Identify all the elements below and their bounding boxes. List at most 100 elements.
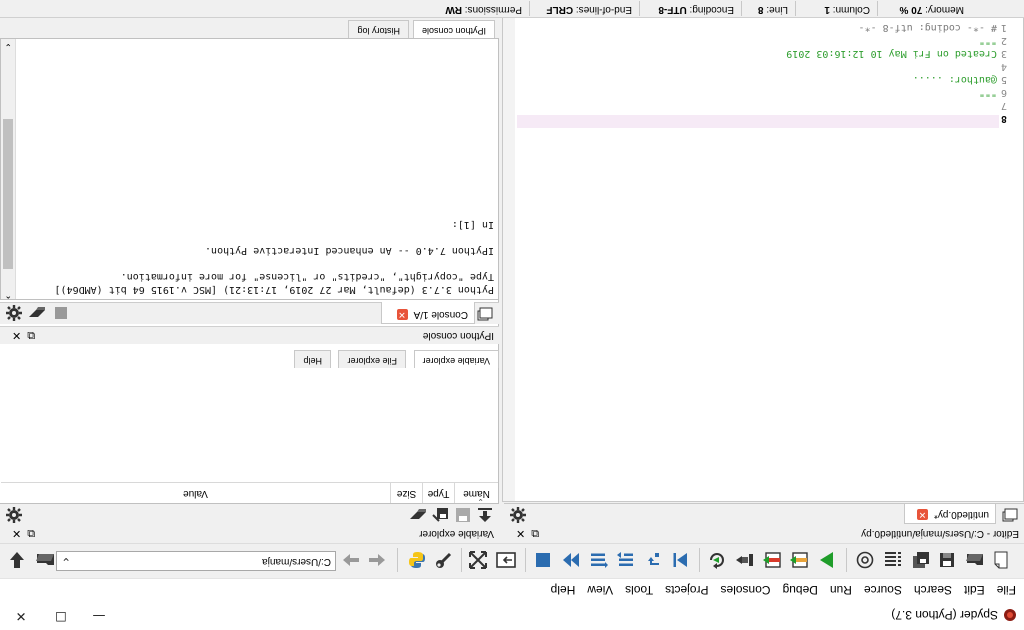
menu-tools[interactable]: Tools (619, 583, 659, 600)
menu-projects[interactable]: Projects (659, 583, 714, 600)
menu-run[interactable]: Run (824, 583, 858, 600)
pane-controls[interactable]: ⧉✕ (510, 526, 539, 540)
pane-controls[interactable]: ⧉✕ (6, 526, 35, 540)
debug-icon[interactable] (670, 549, 692, 571)
permissions-status: Permissions: RW (445, 4, 522, 15)
ipython-console[interactable]: Python 3.7.3 (default, Mar 27 2019, 17:1… (0, 38, 499, 300)
column-header[interactable]: Type (422, 483, 454, 503)
gear-icon[interactable] (510, 507, 526, 523)
preferences-wrench-icon[interactable] (433, 549, 455, 571)
spyder-window: Spyder (Python 3.7) — ☐ ✕ FileEditSearch… (0, 0, 1024, 630)
code-editor[interactable]: 1 2 3 4 5 6 7 8 # -*- coding: utf-8 -*- … (502, 0, 1024, 502)
menu-consoles[interactable]: Consoles (714, 583, 776, 600)
maximize-button[interactable]: ☐ (46, 604, 76, 626)
line-number: 2 (1000, 35, 1007, 46)
import-data-icon[interactable] (477, 507, 493, 523)
run-cell-icon[interactable] (788, 549, 810, 571)
save-icon[interactable] (936, 549, 958, 571)
main-toolbar: C:/Users/manja ⌄ (0, 543, 1024, 577)
stop-debug-icon[interactable] (532, 549, 554, 571)
save-data-icon[interactable] (455, 507, 471, 523)
status-bar: Memory: 70 % Column: 1 Line: 8 Encoding:… (0, 0, 1024, 18)
tab-help[interactable]: Help (294, 350, 331, 368)
toolbar-separator (525, 548, 526, 572)
step-icon[interactable] (642, 549, 664, 571)
close-tab-icon[interactable]: ✕ (396, 309, 408, 320)
encoding-status: Encoding: UTF-8 (658, 4, 734, 15)
run-icon[interactable] (816, 549, 838, 571)
console-line: Python 3.7.3 (default, Mar 27 2019, 17:1… (54, 284, 495, 295)
parent-directory-icon[interactable] (6, 549, 28, 571)
maximize-pane-icon[interactable] (495, 549, 517, 571)
toolbar-separator (699, 548, 700, 572)
console-tab-bar: Console 1/A ✕ (0, 302, 499, 324)
column-header[interactable]: Size (390, 483, 422, 503)
status-separator (639, 1, 640, 16)
gear-icon[interactable] (6, 507, 22, 523)
console-tab[interactable]: Console 1/A ✕ (381, 302, 475, 324)
menu-help[interactable]: Help (545, 583, 582, 600)
scroll-arrow-icon[interactable]: ⌃ (4, 289, 12, 299)
gear-icon[interactable] (6, 305, 22, 321)
run-cell-advance-icon[interactable] (761, 549, 783, 571)
eraser-icon[interactable] (28, 306, 46, 320)
column-header[interactable]: Value (1, 483, 390, 503)
eraser-icon[interactable] (409, 507, 427, 523)
python-path-icon[interactable] (406, 549, 428, 571)
line-label: Line: (766, 4, 788, 15)
rerun-icon[interactable] (706, 549, 728, 571)
save-data-as-icon[interactable] (431, 507, 449, 523)
line-number: 8 (1000, 113, 1007, 124)
step-return-icon[interactable] (588, 549, 610, 571)
continue-icon[interactable] (560, 549, 582, 571)
editor-scrollbar[interactable] (503, 0, 515, 501)
encoding-value: UTF-8 (658, 4, 687, 15)
console-pane-header: IPython console ⧉✕ (0, 326, 499, 344)
at-symbol-icon[interactable] (854, 549, 876, 571)
tab-variable-explorer[interactable]: Variable explorer (413, 350, 499, 368)
browse-tabs-icon[interactable] (477, 307, 493, 321)
menu-edit[interactable]: Edit (958, 583, 991, 600)
editor-tab[interactable]: untitled0.py* ✕ (904, 504, 996, 524)
console-scrollbar[interactable]: ⌃ ⌄ (1, 39, 16, 299)
current-line-highlight (517, 115, 999, 128)
menu-view[interactable]: View (581, 583, 619, 600)
scroll-arrow-icon[interactable]: ⌄ (4, 41, 12, 51)
back-arrow-icon[interactable] (366, 549, 388, 571)
toolbar-separator (397, 548, 398, 572)
working-directory-input[interactable]: C:/Users/manja ⌄ (56, 551, 336, 571)
memory-label: Memory: (925, 4, 964, 15)
browse-tabs-icon[interactable] (1002, 508, 1018, 522)
new-file-icon[interactable] (990, 549, 1012, 571)
editor-tab-bar: untitled0.py* ✕ (504, 503, 1024, 526)
eol-value: CRLF (546, 4, 574, 15)
scrollbar-thumb[interactable] (3, 119, 13, 269)
menu-source[interactable]: Source (858, 583, 908, 600)
close-window-button[interactable]: ✕ (6, 604, 36, 626)
save-all-icon[interactable] (910, 549, 932, 571)
open-file-icon[interactable] (964, 549, 986, 571)
tab-ipython-console[interactable]: IPython console (412, 20, 495, 38)
minimize-button[interactable]: — (84, 604, 114, 626)
tab-file-explorer[interactable]: File explorer (338, 350, 406, 368)
menu-file[interactable]: File (991, 583, 1022, 600)
browse-tabs-icon[interactable] (882, 549, 904, 571)
run-selection-icon[interactable] (734, 549, 756, 571)
spyder-logo-icon (1004, 609, 1016, 621)
stop-console-icon[interactable] (54, 306, 68, 320)
fullscreen-icon[interactable] (467, 549, 489, 571)
menu-search[interactable]: Search (908, 583, 958, 600)
memory-value: 70 % (899, 4, 923, 15)
tab-history-log[interactable]: History log (348, 20, 409, 38)
code-line: """ (978, 87, 997, 98)
step-into-icon[interactable] (614, 549, 636, 571)
column-value: 1 (824, 4, 830, 15)
chevron-down-icon[interactable]: ⌄ (61, 555, 71, 569)
browse-directory-icon[interactable] (34, 549, 56, 571)
close-tab-icon[interactable]: ✕ (916, 509, 928, 520)
console-pane-title: IPython console (422, 330, 494, 341)
pane-controls[interactable]: ⧉✕ (6, 328, 35, 342)
column-header[interactable]: Name (454, 483, 498, 503)
menu-debug[interactable]: Debug (777, 583, 824, 600)
forward-arrow-icon[interactable] (340, 549, 362, 571)
